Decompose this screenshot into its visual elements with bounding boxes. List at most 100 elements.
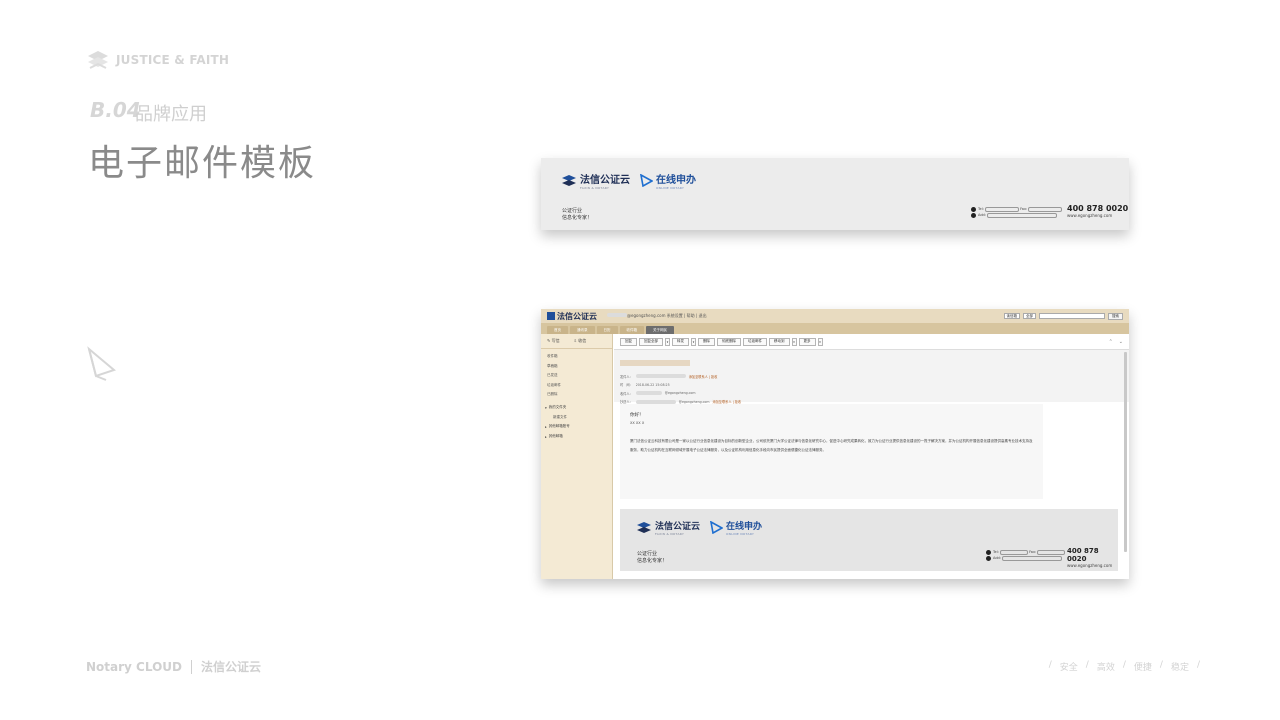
group-other-mailboxes[interactable]: ▸ 其他邮箱 (541, 432, 612, 442)
mail-topbar: 法信公证云 @egongzheng.com 系统设置 | 帮助 | 退出 读信箱… (541, 309, 1129, 323)
mail-search: 读信箱 全部 搜索 (1003, 312, 1123, 320)
from-actions[interactable]: 添加至联系人 | 拒收 (689, 374, 718, 379)
chevron-down-icon[interactable]: ▾ (691, 337, 696, 346)
prev-mail-icon[interactable]: ⌃ (1109, 339, 1113, 345)
value-convenient: 便捷 (1133, 663, 1152, 673)
online-logo-text: 在线申办 (726, 522, 763, 532)
online-logo-icon (640, 174, 653, 187)
chevron-down-icon[interactable]: ▾ (791, 337, 797, 346)
slogan-line-2: 信息化专家！ (562, 215, 593, 221)
search-button[interactable]: 搜索 (1108, 312, 1123, 320)
mail-sidebar: ✎ 写信 ⇩ 收信 收件箱 草稿箱 已发送 垃圾邮件 已删除 ▾ 我的文件夹 新… (541, 334, 613, 579)
website-url: www.egongzheng.com (1067, 213, 1113, 218)
message-header: 发件人： 添加至联系人 | 拒收 时 间： 2018-06-22 15:08:25 … (614, 350, 1129, 404)
brand-logo-icon (88, 51, 108, 69)
tab-contacts[interactable]: 通讯录 (570, 326, 595, 334)
embedded-slogan: 公证行业 信息化专家！ (637, 551, 667, 565)
folder-drafts[interactable]: 草稿箱 (541, 362, 612, 372)
footer-brand: Notary CLOUD 法信公证云 (86, 658, 261, 675)
mail-tabs: 首页 通讯录 日历 收件箱 关于网民 (541, 323, 1129, 334)
reply-button[interactable]: 回复 (620, 337, 637, 346)
group-other-accounts[interactable]: ▸ 其他邮箱账号 (541, 422, 612, 432)
email-signature-card: 法信公证云 FAXIN & NOTARY 在线申办 ONLINE NOTARY … (541, 158, 1129, 230)
from-line: 发件人： 添加至联系人 | 拒收 (620, 374, 718, 379)
mail-logo: 法信公证云 (547, 311, 597, 322)
slogan-line-1: 公证行业 (562, 208, 583, 214)
mail-nav: ⌃ ⌄ (1109, 339, 1123, 345)
search-input[interactable] (1039, 313, 1105, 319)
signature-contact: Tel: Fax: Add: (971, 206, 1063, 218)
to-line: 收件人： @egongzheng.com (620, 391, 696, 396)
online-logo-subtext: ONLINE NOTARY (726, 532, 755, 536)
reply-all-button[interactable]: 回复全部 (639, 337, 663, 346)
spam-button[interactable]: 垃圾邮件 (743, 337, 767, 346)
tab-home[interactable]: 首页 (547, 326, 568, 334)
group-my-folders[interactable]: ▾ 我的文件夹 (541, 403, 612, 413)
move-to-button[interactable]: 移动到 (769, 337, 790, 346)
time-line: 时 间： 2018-06-22 15:08:25 (620, 382, 670, 388)
mail-user-info: @egongzheng.com 系统设置 | 帮助 | 退出 (607, 313, 707, 319)
website-url: www.egongzheng.com (1067, 563, 1113, 568)
message-greeting: 你好！ (630, 413, 644, 418)
online-logo-icon (710, 521, 724, 534)
chevron-down-icon[interactable]: ▾ (817, 337, 823, 346)
tab-calendar[interactable]: 日历 (596, 326, 618, 334)
online-logo: 在线申办 ONLINE NOTARY (710, 519, 762, 536)
embedded-contact: Tel: Fax: Add: (986, 549, 1066, 561)
footer-divider (190, 659, 192, 674)
compose-button[interactable]: ✎ 写信 (547, 338, 560, 344)
folder-deleted[interactable]: 已删除 (541, 390, 612, 400)
delete-forever-button[interactable]: 彻底删除 (717, 337, 741, 346)
online-logo-text: 在线申办 (656, 175, 696, 186)
brand-text: JUSTICE & FAITH (116, 53, 230, 67)
brand-header: JUSTICE & FAITH (86, 48, 229, 72)
section-code: B.04 (90, 98, 141, 122)
hotline-number: 400 878 0020 (1067, 547, 1099, 563)
faxin-logo-subtext: FAXIN & NOTARY (655, 532, 685, 536)
tab-inbox[interactable]: 收件箱 (619, 326, 644, 334)
online-logo: 在线申办 ONLINE NOTARY (640, 171, 696, 190)
mail-reading-pane: 回复 回复全部 ▾ 转发 ▾ 删除 彻底删除 垃圾邮件 移动到 ▾ 更多 ▾ ⌃… (614, 334, 1129, 579)
folder-new[interactable]: 新建文件 (541, 413, 612, 422)
more-button[interactable]: 更多 (798, 337, 816, 346)
phone-icon (986, 549, 991, 555)
phone-icon (971, 206, 976, 212)
delete-button[interactable]: 删除 (698, 337, 715, 346)
faxin-logo-icon (637, 521, 651, 533)
value-safe: 安全 (1059, 663, 1078, 673)
faxin-logo: 法信公证云 FAXIN & NOTARY (561, 171, 630, 190)
value-efficient: 高效 (1096, 663, 1115, 673)
faxin-logo-text: 法信公证云 (580, 175, 630, 186)
footer-values: / 安全 / 高效 / 便捷 / 稳定 / (1048, 660, 1200, 673)
mail-toolbar: 回复 回复全部 ▾ 转发 ▾ 删除 彻底删除 垃圾邮件 移动到 ▾ 更多 ▾ ⌃… (614, 334, 1129, 350)
folder-inbox[interactable]: 收件箱 (541, 352, 612, 362)
forward-button[interactable]: 转发 (672, 337, 689, 346)
footer-brand-cn: 法信公证云 (200, 660, 261, 674)
signature-logos: 法信公证云 FAXIN & NOTARY 在线申办 ONLINE NOTARY (561, 171, 696, 190)
mail-logo-icon (547, 312, 555, 320)
hotline-number: 400 878 0020 (1067, 204, 1129, 213)
slogan-line-2: 信息化专家！ (637, 558, 668, 564)
folder-sent[interactable]: 已发送 (541, 371, 612, 381)
page-title: 电子邮件模板 (88, 143, 317, 184)
search-type-select[interactable]: 全部 (1023, 313, 1036, 319)
faxin-logo: 法信公证云 FAXIN & NOTARY (636, 519, 700, 536)
next-mail-icon[interactable]: ⌄ (1119, 339, 1123, 345)
faxin-logo-subtext: FAXIN & NOTARY (580, 186, 610, 190)
section-subtitle: 品牌应用 (135, 104, 207, 125)
search-scope-select[interactable]: 读信箱 (1003, 313, 1020, 319)
faxin-logo-text: 法信公证云 (655, 522, 701, 532)
receive-button[interactable]: ⇩ 收信 (574, 338, 587, 344)
embedded-logos: 法信公证云 FAXIN & NOTARY 在线申办 ONLINE NOTARY (636, 519, 762, 536)
location-icon (971, 212, 976, 218)
signature-hotline: 400 878 0020 www.egongzheng.com (1067, 204, 1128, 218)
online-logo-subtext: ONLINE NOTARY (656, 186, 685, 190)
mail-user-links[interactable]: 系统设置 | 帮助 | 退出 (667, 313, 707, 318)
chevron-down-icon[interactable]: ▾ (665, 337, 670, 346)
tab-current-mail[interactable]: 关于网民 (646, 326, 674, 334)
scrollbar[interactable] (1124, 352, 1127, 552)
faxin-logo-icon (562, 174, 576, 186)
folder-spam[interactable]: 垃圾邮件 (541, 381, 612, 391)
footer-brand-en: Notary CLOUD (86, 659, 182, 674)
location-icon (986, 555, 991, 561)
